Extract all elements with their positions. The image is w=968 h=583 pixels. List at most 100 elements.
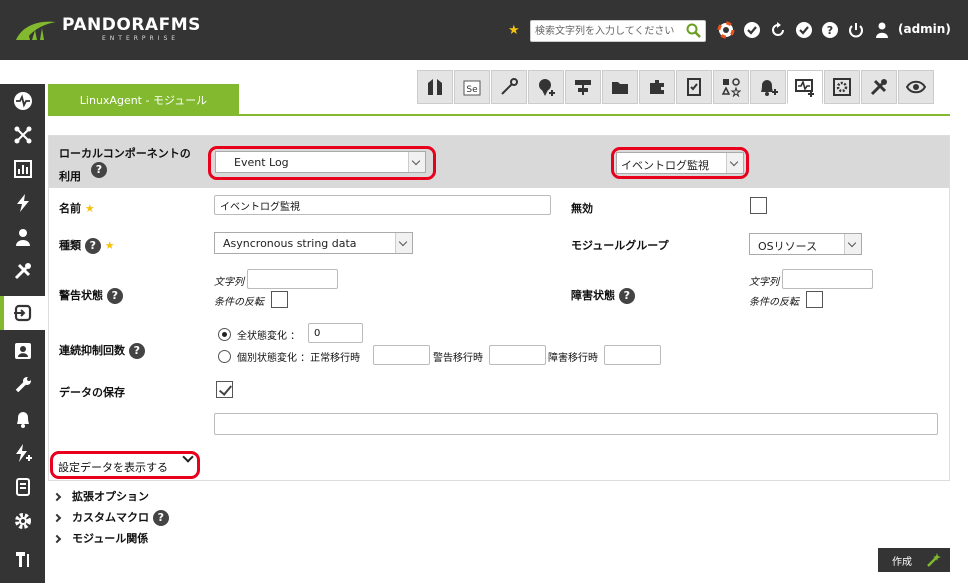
module-group-label: モジュールグループ [571,239,669,252]
sidebar-item-events[interactable] [0,186,45,220]
lightning-plus-icon [15,444,32,462]
wand-icon [927,553,941,567]
ff-all-input[interactable] [308,323,363,343]
disabled-checkbox[interactable] [750,197,767,214]
name-input[interactable] [214,195,551,215]
sidebar-item-configuration[interactable] [0,368,45,402]
chevron-right-icon [52,492,62,502]
section-advanced-options[interactable]: 拡張オプション [52,488,149,504]
top-bar: PANDORAFMS ENTERPRISE ★ ? (admin) [0,0,968,60]
section-module-relations[interactable]: モジュール関係 [52,530,148,546]
config-data-field[interactable] [214,413,938,435]
pandora-logo[interactable]: PANDORAFMS ENTERPRISE [14,14,204,46]
tab-underline [48,114,950,116]
toolbar-files[interactable] [602,70,638,104]
user-icon[interactable] [873,21,891,39]
sidebar-item-alerts[interactable] [0,402,45,436]
svg-text:?: ? [827,24,833,37]
sidebar-item-setup[interactable] [0,504,45,538]
sidebar-item-reports[interactable] [0,152,45,186]
sidebar-item-events-manage[interactable] [0,436,45,470]
brand-sub: ENTERPRISE [102,35,180,42]
power-icon[interactable] [847,21,865,39]
ff-each-radio[interactable] [218,350,231,363]
gear-icon [14,513,31,529]
historical-data-checkbox[interactable] [216,381,233,398]
critical-invert-checkbox[interactable] [806,291,823,308]
person-icon [15,229,30,246]
search-input[interactable] [535,23,683,39]
warning-string-input[interactable] [247,269,338,289]
logo-mark-icon [16,21,56,40]
critical-string-input[interactable] [782,269,873,289]
eye-icon [906,80,926,94]
warning-invert-label: 条件の反転 [214,297,264,308]
sidebar-item-monitoring[interactable] [0,84,45,118]
toolbar-tools[interactable] [861,70,897,104]
refresh-icon[interactable] [769,21,787,39]
ff-normal-input[interactable] [373,345,430,365]
ff-each-label: 個別状態変化 ：正常移行時 [237,353,361,364]
toolbar-notifications[interactable] [750,70,786,104]
ff-critical-label: 障害移行時 [548,353,598,364]
ff-warning-input[interactable] [489,345,546,365]
chevron-down-icon [844,234,861,254]
checklist-icon [687,78,701,96]
add-alert-icon [539,79,555,96]
tools-icon [870,79,887,96]
section-custom-macros[interactable]: カスタムマクロ ? [52,509,169,526]
agent-icon [428,79,442,95]
status-ok-icon[interactable] [743,21,761,39]
plugin-icon [650,80,664,94]
warning-string-label: 文字列 [214,277,244,288]
module-form: ローカルコンポーネントの 利用 ? Event Log イベントログ監視 名前 … [48,135,950,481]
favorite-star-icon[interactable]: ★ [508,23,520,38]
module-group-select[interactable]: OSリソース [749,233,862,255]
toolbar-alerts[interactable] [528,70,564,104]
highlight-event-log [611,147,749,179]
id-card-icon [14,343,31,359]
sidebar-item-admin-tools[interactable] [0,542,45,576]
ff-all-radio[interactable] [218,328,231,341]
network-icon [575,80,591,95]
highlight-local-component [208,146,436,180]
type-select[interactable]: Asyncronous string data [214,232,413,254]
sidebar-item-users[interactable] [0,220,45,254]
toolbar-modules[interactable] [787,70,823,104]
check-circle-icon[interactable] [795,21,813,39]
toolbar-network[interactable] [565,70,601,104]
lifebuoy-icon[interactable] [717,21,735,39]
toolbar-view[interactable] [898,70,934,104]
add-module-icon [795,79,814,97]
name-label: 名前 ★ [59,202,95,215]
server-icon [15,478,30,496]
pulse-icon [13,92,32,110]
sidebar-item-resources[interactable] [0,296,45,330]
ff-critical-input[interactable] [604,345,661,365]
toolbar-wizard[interactable] [491,70,527,104]
user-name[interactable]: (admin) [898,22,951,36]
toolbar-plugins[interactable] [639,70,675,104]
toolbar-agent-view[interactable] [417,70,453,104]
brand-name: PANDORAFMS [62,15,201,35]
critical-string-label: 文字列 [749,277,779,288]
svg-text:Se: Se [466,85,478,95]
toolbar-visual[interactable] [713,70,749,104]
toolbar-checks[interactable] [676,70,712,104]
search-icon[interactable] [685,22,703,40]
help-icon[interactable]: ? [91,162,107,178]
highlight-show-config [50,451,200,479]
wand-icon [501,78,518,95]
tab-module[interactable]: LinuxAgent - モジュール [48,84,239,115]
create-button[interactable]: 作成 [878,548,950,572]
warning-invert-checkbox[interactable] [271,291,288,308]
sidebar-item-tools[interactable] [0,254,45,288]
sidebar-item-servers[interactable] [0,470,45,504]
toolbar-module-editor[interactable]: Se [454,70,490,104]
local-component-label-2: 利用 [59,170,81,183]
sidebar-item-topology[interactable] [0,118,45,152]
chevron-right-icon [52,513,62,523]
toolbar-setup[interactable] [824,70,860,104]
sidebar-item-profiles[interactable] [0,334,45,368]
help-icon[interactable]: ? [821,21,839,39]
